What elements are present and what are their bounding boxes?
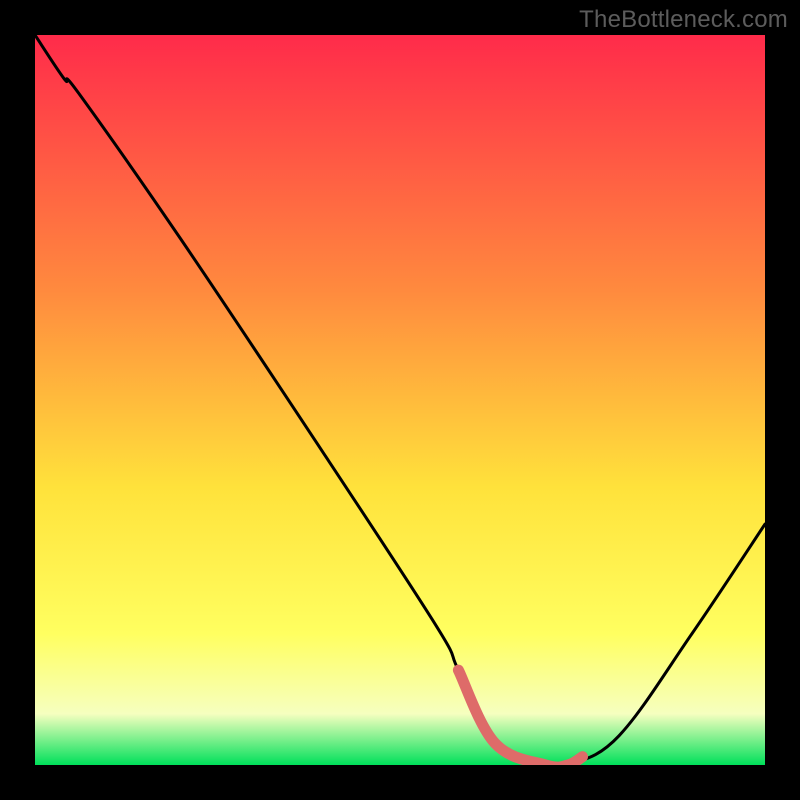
plot-area <box>35 35 765 765</box>
bottleneck-chart <box>35 35 765 765</box>
watermark-text: TheBottleneck.com <box>579 6 788 34</box>
chart-frame: TheBottleneck.com <box>0 0 800 800</box>
gradient-background <box>35 35 765 765</box>
